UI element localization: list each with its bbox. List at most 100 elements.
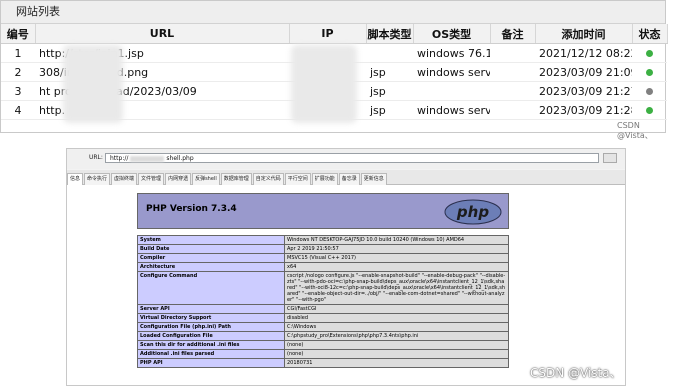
cell-id: 2 bbox=[1, 62, 35, 82]
tab-reverse-shell[interactable]: 反弹shell bbox=[192, 173, 220, 185]
cell-id: 4 bbox=[1, 100, 35, 120]
panel-title: 网站列表 bbox=[1, 1, 665, 24]
info-value: MSVC15 (Visual C++ 2017) bbox=[284, 253, 509, 263]
info-row: Configuration File (php.ini) Path C:\Wind… bbox=[137, 322, 509, 332]
info-key: Server API bbox=[137, 304, 285, 314]
tab-extensions[interactable]: 扩展功能 bbox=[311, 173, 338, 185]
info-key: Architecture bbox=[137, 262, 285, 272]
cell-os-type bbox=[413, 81, 490, 101]
info-row: Virtual Directory Support disabled bbox=[137, 313, 509, 323]
phpinfo-header: PHP Version 7.3.4 php bbox=[137, 193, 509, 229]
tab-intranet-tunnel[interactable]: 内网穿透 bbox=[165, 173, 192, 185]
info-row: Server API CGI/FastCGI bbox=[137, 304, 509, 314]
status-online-dot bbox=[646, 69, 653, 76]
info-key: Compiler bbox=[137, 253, 285, 263]
cell-os-type: windows serv... bbox=[413, 100, 490, 120]
watermark: CSDN @Vista、 bbox=[530, 366, 622, 380]
cell-added-time: 2023/03/09 21:09... bbox=[535, 62, 632, 82]
cell-status bbox=[632, 100, 667, 120]
tab-database-manager[interactable]: 数据库管理 bbox=[220, 173, 252, 185]
info-key: Loaded Configuration File bbox=[137, 331, 285, 341]
url-bar: URL: http:// shell.php bbox=[67, 149, 625, 169]
column-header-id[interactable]: 编号 bbox=[1, 24, 36, 44]
status-online-dot bbox=[646, 50, 653, 57]
info-value: C:\Windows bbox=[284, 322, 509, 332]
column-header-note[interactable]: 备注 bbox=[490, 24, 536, 44]
info-row: Architecture x64 bbox=[137, 262, 509, 272]
info-key: PHP API bbox=[137, 358, 285, 368]
tab-file-manager[interactable]: 文件管理 bbox=[138, 173, 165, 185]
redaction-blur bbox=[63, 45, 123, 123]
info-row: Loaded Configuration File C:\phpstudy_pro… bbox=[137, 331, 509, 341]
cell-note bbox=[490, 81, 535, 101]
info-key: Scan this dir for additional .ini files bbox=[137, 340, 285, 350]
info-key: Configure Command bbox=[137, 271, 285, 305]
cell-added-time: 2023/03/09 21:28... bbox=[535, 100, 632, 120]
redaction-blur bbox=[291, 45, 357, 123]
cell-script-type bbox=[366, 43, 413, 63]
url-prefix: http:// bbox=[110, 155, 129, 162]
info-key: System bbox=[137, 235, 285, 245]
shell-window: URL: http:// shell.php 信息 命令执行 虚拟终端 文件管理 内网穿透… bbox=[66, 148, 626, 386]
info-value: CGI/FastCGI bbox=[284, 304, 509, 314]
info-value: (none) bbox=[284, 340, 509, 350]
info-row: PHP API 20180731 bbox=[137, 358, 509, 368]
info-key: Virtual Directory Support bbox=[137, 313, 285, 323]
info-value: C:\phpstudy_pro\Extensions\php\php7.3.4n… bbox=[284, 331, 509, 341]
tab-memo[interactable]: 备忘录 bbox=[338, 173, 360, 185]
tab-virtual-terminal[interactable]: 虚拟终端 bbox=[111, 173, 138, 185]
info-value: (none) bbox=[284, 349, 509, 359]
column-header-os-type[interactable]: OS类型 bbox=[413, 24, 491, 44]
tab-custom-code[interactable]: 自定义代码 bbox=[252, 173, 284, 185]
info-key: Additional .ini files parsed bbox=[137, 349, 285, 359]
info-key: Build Date bbox=[137, 244, 285, 254]
shell-tab-bar: 信息 命令执行 虚拟终端 文件管理 内网穿透 反弹shell 数据库管理 自定义代码 平行空间扩… bbox=[67, 170, 625, 185]
url-go-button[interactable] bbox=[603, 153, 617, 163]
cell-status bbox=[632, 62, 667, 82]
status-online-dot bbox=[646, 107, 653, 114]
info-value: x64 bbox=[284, 262, 509, 272]
info-value: 20180731 bbox=[284, 358, 509, 368]
column-header-added-time[interactable]: 添加时间 bbox=[535, 24, 633, 44]
cell-note bbox=[490, 62, 535, 82]
php-version-title: PHP Version 7.3.4 bbox=[146, 204, 237, 214]
info-value: Apr 2 2019 21:50:57 bbox=[284, 244, 509, 254]
url-input[interactable]: http:// shell.php bbox=[105, 153, 599, 163]
site-list-panel: 网站列表 编号 URL IP 脚本类型 OS类型 备注 添加时间 状态 1 ht… bbox=[0, 0, 668, 140]
tab-parallel-space[interactable]: 平行空间 bbox=[284, 173, 311, 185]
cell-os-type: windows serv... bbox=[413, 62, 490, 82]
cell-added-time: 2023/03/09 21:27... bbox=[535, 81, 632, 101]
column-header-status[interactable]: 状态 bbox=[632, 24, 668, 44]
info-row: Build Date Apr 2 2019 21:50:57 bbox=[137, 244, 509, 254]
tab-command-exec[interactable]: 命令执行 bbox=[84, 173, 111, 185]
cell-status bbox=[632, 43, 667, 63]
info-value: disabled bbox=[284, 313, 509, 323]
cell-note bbox=[490, 100, 535, 120]
cell-id: 3 bbox=[1, 81, 35, 101]
cell-script-type: jsp bbox=[366, 62, 413, 82]
info-row: Scan this dir for additional .ini files(… bbox=[137, 340, 509, 350]
status-offline-dot bbox=[646, 88, 653, 95]
redaction-blur bbox=[130, 155, 165, 162]
cell-added-time: 2021/12/12 08:22... bbox=[535, 43, 632, 63]
cell-id: 1 bbox=[1, 43, 35, 63]
info-key: Configuration File (php.ini) Path bbox=[137, 322, 285, 332]
watermark: CSDN @Vista、 bbox=[617, 121, 653, 140]
column-header-script-type[interactable]: 脚本类型 bbox=[366, 24, 414, 44]
cell-script-type: jsp bbox=[366, 100, 413, 120]
tab-update-info[interactable]: 更新信息 bbox=[360, 173, 387, 185]
info-value: cscript /nologo configure.js "--enable-s… bbox=[284, 271, 509, 305]
cell-os-type: windows 76.1... bbox=[413, 43, 490, 63]
column-header-ip[interactable]: IP bbox=[289, 24, 367, 44]
cell-note bbox=[490, 43, 535, 63]
table-header-row: 编号 URL IP 脚本类型 OS类型 备注 添加时间 状态 bbox=[1, 24, 668, 44]
info-row: Configure Command cscript /nologo configu… bbox=[137, 271, 509, 305]
cell-status bbox=[632, 81, 667, 101]
tab-info[interactable]: 信息 bbox=[67, 173, 84, 185]
info-row: System Windows NT DESKTOP-GAJ75JD 10.0 bu… bbox=[137, 235, 509, 245]
column-header-url[interactable]: URL bbox=[35, 24, 290, 44]
cell-script-type: jsp bbox=[366, 81, 413, 101]
info-row: Additional .ini files parsed (none) bbox=[137, 349, 509, 359]
info-value: Windows NT DESKTOP-GAJ75JD 10.0 build 10… bbox=[284, 235, 509, 245]
phpinfo-content: PHP Version 7.3.4 php System Windows NT D… bbox=[67, 185, 625, 385]
